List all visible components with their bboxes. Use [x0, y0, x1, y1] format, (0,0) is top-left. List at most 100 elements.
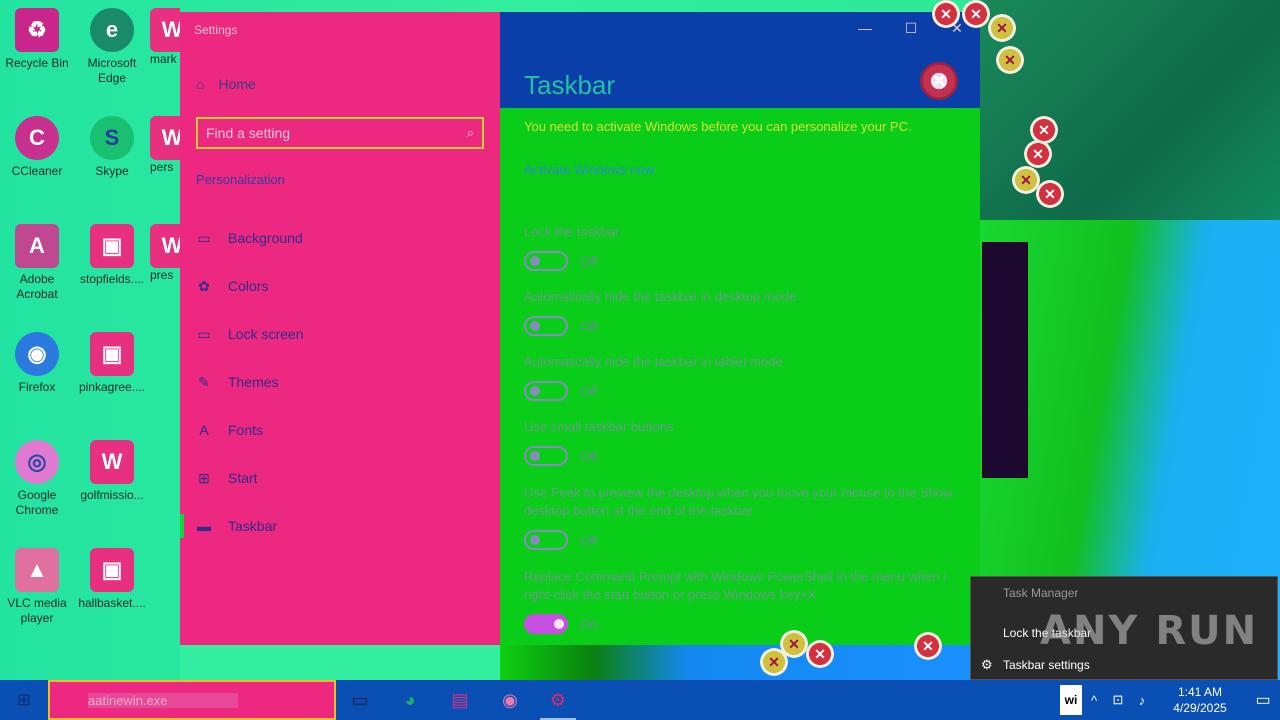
nav-item-label: Themes — [228, 374, 279, 390]
file-explorer-icon[interactable]: ▤ — [436, 680, 484, 720]
desktop-icon-pinkagree[interactable]: ▣ pinkagree.... — [76, 332, 148, 395]
toggle-state: Off — [580, 383, 598, 399]
nav-item-start[interactable]: ⊞ Start — [180, 458, 500, 498]
small-buttons-toggle[interactable] — [524, 446, 568, 466]
autohide-desktop-toggle[interactable] — [524, 316, 568, 336]
nav-item-background[interactable]: ▭ Background — [180, 218, 500, 258]
menu-item-taskbar-settings[interactable]: ⚙ Taskbar settings — [971, 651, 1277, 679]
option-peek: Use Peek to preview the desktop when you… — [524, 484, 964, 550]
nav-item-themes[interactable]: ✎ Themes — [180, 362, 500, 402]
error-badge-icon: ✕ — [920, 62, 958, 100]
error-badge-icon: ✕ — [806, 640, 834, 668]
nav-item-label: Start — [228, 470, 258, 486]
option-label: Replace Command Prompt with Windows Powe… — [524, 569, 947, 602]
peek-toggle[interactable] — [524, 530, 568, 550]
desktop-icon-acrobat[interactable]: A Adobe Acrobat — [1, 224, 73, 302]
image-file-icon: ▣ — [90, 224, 134, 268]
picture-icon: ▭ — [197, 229, 211, 246]
vlc-icon: ▲ — [15, 548, 59, 592]
option-label: Automatically hide the taskbar in tablet… — [524, 354, 783, 369]
error-badge-icon: ✕ — [988, 14, 1016, 42]
option-powershell: Replace Command Prompt with Windows Powe… — [524, 568, 964, 634]
desktop-icon-edge[interactable]: e Microsoft Edge — [76, 8, 148, 86]
desktop-icon-vlc[interactable]: ▲ VLC media player — [1, 548, 73, 626]
desktop-icon-recycle-bin[interactable]: ♻ Recycle Bin — [1, 8, 73, 71]
firefox-taskbar-icon[interactable]: ◉ — [486, 680, 534, 720]
option-lock-taskbar: Lock the taskbar Off — [524, 223, 964, 271]
clock[interactable]: 1:41 AM 4/29/2025 — [1154, 684, 1246, 716]
network-icon[interactable]: ⊡ — [1106, 692, 1130, 708]
nav-item-label: Lock screen — [228, 326, 304, 342]
desktop-icon-skype[interactable]: S Skype — [76, 116, 148, 179]
palette-icon: ✿ — [198, 277, 210, 294]
desktop-icon-pers[interactable]: W pers — [150, 116, 180, 175]
nav-item-taskbar[interactable]: ▬ Taskbar — [180, 506, 500, 546]
option-autohide-desktop: Automatically hide the taskbar in deskto… — [524, 288, 964, 336]
lock-taskbar-toggle[interactable] — [524, 251, 568, 271]
desktop-icon-pres[interactable]: W pres — [150, 224, 180, 283]
option-autohide-tablet: Automatically hide the taskbar in tablet… — [524, 353, 964, 401]
skype-icon: S — [90, 116, 134, 160]
option-label: Lock the taskbar — [524, 224, 620, 239]
desktop-icon-chrome[interactable]: ◎ Google Chrome — [1, 440, 73, 518]
acrobat-icon: A — [15, 224, 59, 268]
tray-app-icon[interactable]: wi — [1060, 685, 1082, 715]
chevron-up-icon[interactable]: ^ — [1082, 693, 1106, 708]
settings-search-input[interactable] — [206, 125, 467, 141]
volume-icon[interactable]: ♪ — [1130, 693, 1154, 708]
settings-taskbar-icon[interactable]: ⚙ — [534, 680, 582, 720]
option-label: Use Peek to preview the desktop when you… — [524, 485, 953, 518]
powershell-toggle[interactable] — [524, 614, 568, 634]
gear-icon: ⚙ — [981, 657, 993, 672]
desktop-icon-golfmission[interactable]: W golfmissio... — [76, 440, 148, 503]
document-icon: W — [150, 116, 180, 160]
nav-section-title: Personalization — [196, 172, 285, 187]
desktop-icon-hallbasket[interactable]: ▣ hallbasket.... — [76, 548, 148, 611]
nav-item-label: Taskbar — [228, 518, 278, 534]
option-label: Automatically hide the taskbar in deskto… — [524, 289, 797, 304]
task-view-icon[interactable]: ▭ — [336, 680, 384, 720]
nav-item-label: Background — [228, 230, 303, 246]
error-badge-icon: ✕ — [962, 0, 990, 28]
nav-item-colors[interactable]: ✿ Colors — [180, 266, 500, 306]
system-tray: wi ^ ⊡ ♪ 1:41 AM 4/29/2025 ▭ — [1060, 680, 1280, 720]
edge-icon: e — [90, 8, 134, 52]
nav-item-label: Fonts — [228, 422, 264, 438]
image-file-icon: ▣ — [90, 332, 134, 376]
search-icon[interactable]: ⌕ — [467, 125, 474, 141]
toggle-state: Off — [580, 253, 598, 269]
app-title: Settings — [194, 23, 238, 37]
ccleaner-icon: C — [15, 116, 59, 160]
edge-taskbar-icon[interactable]: ◕ — [386, 680, 434, 720]
taskbar-search-box[interactable] — [48, 680, 336, 720]
document-icon: W — [90, 440, 134, 484]
clock-time: 1:41 AM — [1177, 685, 1223, 699]
toggle-state: On — [580, 616, 598, 632]
option-small-buttons: Use small taskbar buttons Off — [524, 418, 964, 466]
minimize-button[interactable]: — — [842, 12, 888, 44]
nav-item-lock-screen[interactable]: ▭ Lock screen — [180, 314, 500, 354]
watermark: ANY RUN — [1040, 608, 1259, 654]
menu-item-task-manager[interactable]: Task Manager — [971, 579, 1277, 607]
start-button[interactable]: ⊞ — [0, 680, 48, 720]
desktop-icon-firefox[interactable]: ◉ Firefox — [1, 332, 73, 395]
nav-item-fonts[interactable]: A Fonts — [180, 410, 500, 450]
start-icon: ⊞ — [198, 469, 210, 486]
autohide-tablet-toggle[interactable] — [524, 381, 568, 401]
error-badge-icon: ✕ — [914, 632, 942, 660]
taskbar: ⊞ ▭ ◕ ▤ ◉ ⚙ wi ^ ⊡ ♪ 1:41 AM 4/29/2025 ▭ — [0, 680, 1280, 720]
desktop-icon-ccleaner[interactable]: C CCleaner — [1, 116, 73, 179]
activate-windows-link[interactable]: Activate Windows now. — [524, 162, 657, 177]
wallpaper-strip-bottom — [500, 645, 970, 680]
taskbar-search-input[interactable] — [88, 692, 238, 708]
maximize-button[interactable]: ☐ — [888, 12, 934, 44]
desktop-icon-stopfields[interactable]: ▣ stopfields.... — [76, 224, 148, 287]
notifications-icon[interactable]: ▭ — [1246, 690, 1280, 710]
recycle-bin-icon: ♻ — [15, 8, 59, 52]
desktop-icon-mark[interactable]: W mark — [150, 8, 180, 67]
home-link[interactable]: ⌂ Home — [196, 76, 256, 92]
settings-search-box[interactable]: ⌕ — [196, 117, 484, 149]
toggle-state: Off — [580, 448, 598, 464]
toggle-state: Off — [580, 532, 598, 548]
option-label: Use small taskbar buttons — [524, 419, 674, 434]
